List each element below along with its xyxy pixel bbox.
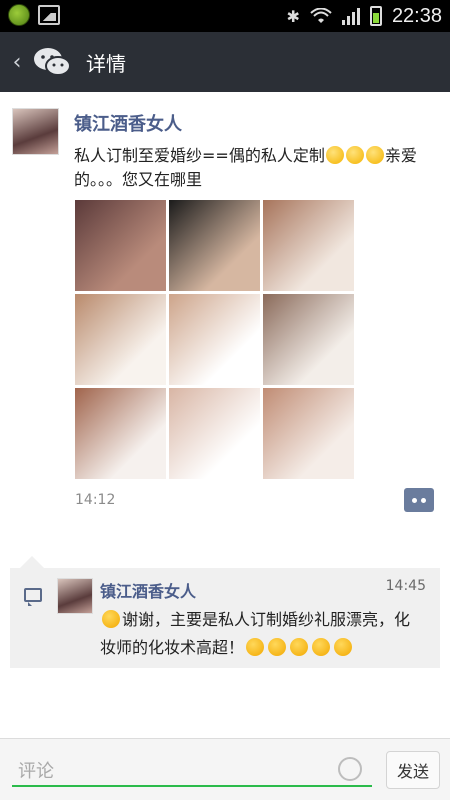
comment-line-1: 谢谢，主要是私人订制婚纱礼服漂亮，化 — [122, 610, 411, 629]
photo-icon — [38, 5, 60, 25]
photo-3[interactable] — [263, 200, 354, 291]
comment-text: 谢谢，主要是私人订制婚纱礼服漂亮，化 妆师的化妆术高超！ — [100, 606, 440, 662]
comment-menu-button[interactable] — [404, 488, 434, 512]
photo-7[interactable] — [75, 388, 166, 479]
photo-4[interactable] — [75, 294, 166, 385]
avatar[interactable] — [12, 108, 59, 155]
wechat-logo-icon — [34, 48, 71, 76]
wifi-icon — [310, 8, 332, 23]
photo-2[interactable] — [169, 200, 260, 291]
photo-6[interactable] — [263, 294, 354, 385]
status-bar: ✱ 22:38 — [0, 0, 450, 32]
clock: 22:38 — [391, 4, 442, 27]
smiley-icon[interactable] — [338, 757, 362, 781]
tongue-emoji-icon — [312, 638, 331, 656]
signal-icon — [341, 7, 360, 25]
comment-composer: 评论 发送 — [0, 738, 450, 800]
page-title: 详情 — [86, 51, 126, 76]
photo-grid — [75, 200, 355, 479]
tongue-emoji-icon — [290, 638, 309, 656]
chevron-left-icon[interactable]: ‹ — [4, 50, 30, 75]
bluetooth-icon: ✱ — [286, 6, 300, 26]
photo-1[interactable] — [75, 200, 166, 291]
header-bar: ‹ 详情 — [0, 32, 450, 92]
battery-icon — [369, 6, 382, 26]
comment-icon — [24, 588, 42, 606]
comment-line-2: 妆师的化妆术高超！ — [100, 638, 245, 657]
photo-5[interactable] — [169, 294, 260, 385]
tongue-emoji-icon — [102, 610, 120, 628]
comment-time: 14:45 — [385, 578, 426, 594]
comment-author[interactable]: 镇江酒香女人 — [100, 578, 196, 602]
comment-input[interactable]: 评论 — [12, 751, 372, 787]
smile-emoji-icon — [325, 146, 344, 164]
send-button[interactable]: 发送 — [386, 751, 440, 789]
tongue-emoji-icon — [268, 638, 287, 656]
status-right: ✱ 22:38 — [287, 0, 442, 32]
post-author[interactable]: 镇江酒香女人 — [74, 110, 182, 136]
post-time: 14:12 — [75, 492, 116, 508]
post-text-main: 私人订制至爱婚纱==偶的私人定制 — [74, 146, 325, 165]
app-icon — [8, 4, 30, 26]
smile-emoji-icon — [365, 146, 384, 164]
comment-box-arrow — [20, 556, 44, 568]
post-text: 私人订制至爱婚纱==偶的私人定制 亲爱的。。。您又在哪里 — [74, 144, 434, 192]
photo-8[interactable] — [169, 388, 260, 479]
tongue-emoji-icon — [334, 638, 353, 656]
smile-emoji-icon — [345, 146, 364, 164]
comment-avatar[interactable] — [57, 578, 93, 614]
tongue-emoji-icon — [246, 638, 265, 656]
photo-9[interactable] — [263, 388, 354, 479]
status-left — [8, 4, 60, 26]
